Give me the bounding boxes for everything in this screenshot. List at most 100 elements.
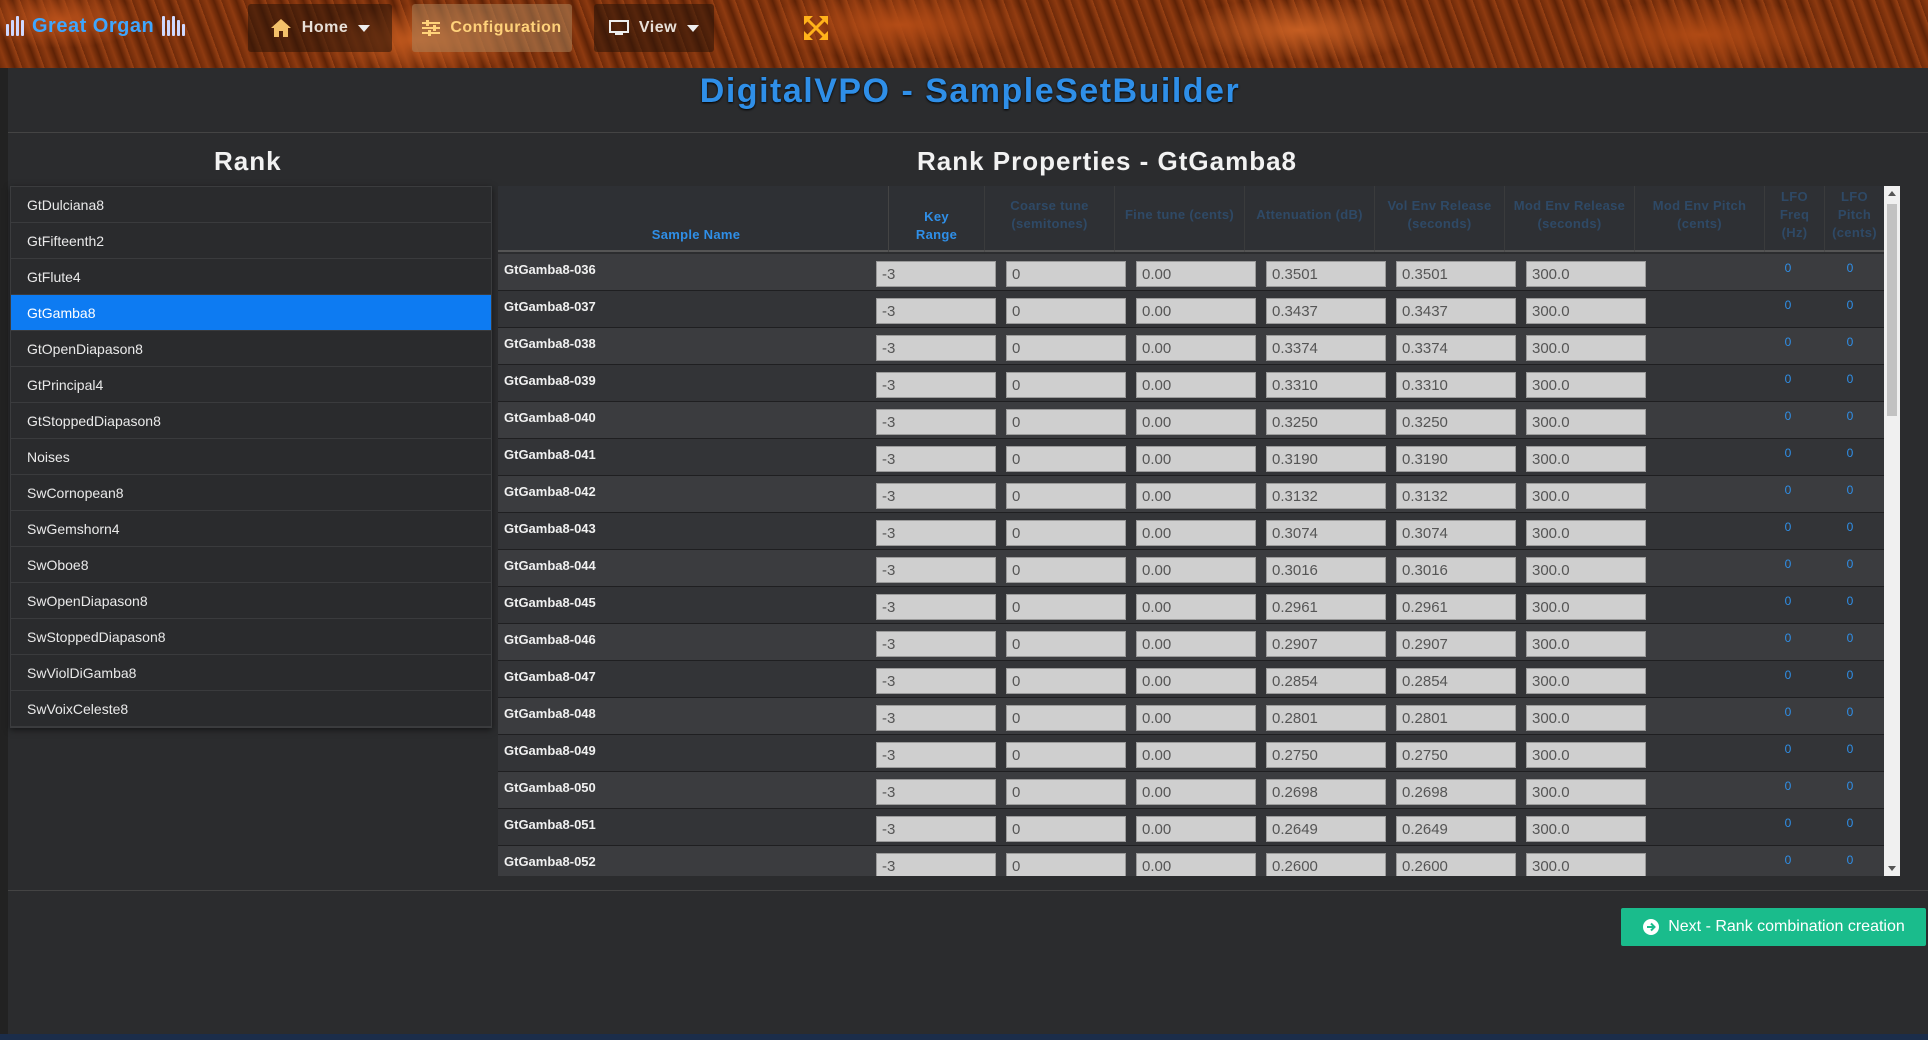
- coarse-tune-input[interactable]: [876, 298, 996, 324]
- rank-item[interactable]: GtDulciana8: [11, 187, 491, 223]
- mod-env-release-input[interactable]: [1396, 668, 1516, 694]
- mod-env-pitch-input[interactable]: [1526, 779, 1646, 805]
- attenuation-input[interactable]: [1136, 816, 1256, 842]
- mod-env-pitch-input[interactable]: [1526, 816, 1646, 842]
- mod-env-release-input[interactable]: [1396, 372, 1516, 398]
- view-menu-button[interactable]: View: [594, 4, 714, 52]
- coarse-tune-input[interactable]: [876, 520, 996, 546]
- coarse-tune-input[interactable]: [876, 446, 996, 472]
- lfo-pitch-link[interactable]: 0: [1830, 742, 1870, 756]
- vol-env-release-input[interactable]: [1266, 779, 1386, 805]
- fine-tune-input[interactable]: [1006, 557, 1126, 583]
- vol-env-release-input[interactable]: [1266, 335, 1386, 361]
- rank-item[interactable]: GtFlute4: [11, 259, 491, 295]
- mod-env-release-input[interactable]: [1396, 409, 1516, 435]
- coarse-tune-input[interactable]: [876, 261, 996, 287]
- attenuation-input[interactable]: [1136, 853, 1256, 876]
- rank-item[interactable]: SwGemshorn4: [11, 511, 491, 547]
- vol-env-release-input[interactable]: [1266, 853, 1386, 876]
- attenuation-input[interactable]: [1136, 483, 1256, 509]
- attenuation-input[interactable]: [1136, 520, 1256, 546]
- lfo-freq-link[interactable]: 0: [1768, 705, 1808, 719]
- rank-item[interactable]: GtFifteenth2: [11, 223, 491, 259]
- vol-env-release-input[interactable]: [1266, 557, 1386, 583]
- mod-env-pitch-input[interactable]: [1526, 483, 1646, 509]
- coarse-tune-input[interactable]: [876, 483, 996, 509]
- fine-tune-input[interactable]: [1006, 779, 1126, 805]
- mod-env-pitch-input[interactable]: [1526, 520, 1646, 546]
- lfo-pitch-link[interactable]: 0: [1830, 779, 1870, 793]
- vol-env-release-input[interactable]: [1266, 298, 1386, 324]
- configuration-menu-button[interactable]: Configuration: [412, 4, 572, 52]
- fine-tune-input[interactable]: [1006, 298, 1126, 324]
- attenuation-input[interactable]: [1136, 779, 1256, 805]
- lfo-pitch-link[interactable]: 0: [1830, 409, 1870, 423]
- lfo-pitch-link[interactable]: 0: [1830, 705, 1870, 719]
- lfo-freq-link[interactable]: 0: [1768, 298, 1808, 312]
- attenuation-input[interactable]: [1136, 631, 1256, 657]
- mod-env-release-input[interactable]: [1396, 742, 1516, 768]
- lfo-pitch-link[interactable]: 0: [1830, 557, 1870, 571]
- mod-env-pitch-input[interactable]: [1526, 446, 1646, 472]
- attenuation-input[interactable]: [1136, 668, 1256, 694]
- mod-env-pitch-input[interactable]: [1526, 705, 1646, 731]
- coarse-tune-input[interactable]: [876, 853, 996, 876]
- fine-tune-input[interactable]: [1006, 742, 1126, 768]
- coarse-tune-input[interactable]: [876, 594, 996, 620]
- lfo-freq-link[interactable]: 0: [1768, 853, 1808, 867]
- fine-tune-input[interactable]: [1006, 816, 1126, 842]
- fine-tune-input[interactable]: [1006, 631, 1126, 657]
- table-scrollbar[interactable]: [1884, 186, 1900, 876]
- coarse-tune-input[interactable]: [876, 779, 996, 805]
- vol-env-release-input[interactable]: [1266, 816, 1386, 842]
- lfo-pitch-link[interactable]: 0: [1830, 261, 1870, 275]
- coarse-tune-input[interactable]: [876, 668, 996, 694]
- fine-tune-input[interactable]: [1006, 853, 1126, 876]
- lfo-pitch-link[interactable]: 0: [1830, 446, 1870, 460]
- mod-env-pitch-input[interactable]: [1526, 335, 1646, 361]
- attenuation-input[interactable]: [1136, 557, 1256, 583]
- attenuation-input[interactable]: [1136, 409, 1256, 435]
- mod-env-release-input[interactable]: [1396, 631, 1516, 657]
- lfo-pitch-link[interactable]: 0: [1830, 298, 1870, 312]
- scroll-down-arrow-icon[interactable]: [1888, 866, 1896, 871]
- scroll-thumb[interactable]: [1887, 204, 1897, 416]
- vol-env-release-input[interactable]: [1266, 372, 1386, 398]
- mod-env-pitch-input[interactable]: [1526, 594, 1646, 620]
- attenuation-input[interactable]: [1136, 335, 1256, 361]
- rank-item[interactable]: GtOpenDiapason8: [11, 331, 491, 367]
- lfo-freq-link[interactable]: 0: [1768, 372, 1808, 386]
- rank-item[interactable]: GtGamba8: [11, 295, 491, 331]
- vol-env-release-input[interactable]: [1266, 483, 1386, 509]
- lfo-freq-link[interactable]: 0: [1768, 261, 1808, 275]
- mod-env-release-input[interactable]: [1396, 520, 1516, 546]
- mod-env-release-input[interactable]: [1396, 853, 1516, 876]
- mod-env-pitch-input[interactable]: [1526, 668, 1646, 694]
- lfo-pitch-link[interactable]: 0: [1830, 335, 1870, 349]
- rank-item[interactable]: SwCornopean8: [11, 475, 491, 511]
- vol-env-release-input[interactable]: [1266, 705, 1386, 731]
- lfo-pitch-link[interactable]: 0: [1830, 483, 1870, 497]
- mod-env-pitch-input[interactable]: [1526, 853, 1646, 876]
- lfo-freq-link[interactable]: 0: [1768, 520, 1808, 534]
- fine-tune-input[interactable]: [1006, 668, 1126, 694]
- fine-tune-input[interactable]: [1006, 372, 1126, 398]
- mod-env-pitch-input[interactable]: [1526, 372, 1646, 398]
- rank-item[interactable]: SwVoixCeleste8: [11, 691, 491, 727]
- mod-env-release-input[interactable]: [1396, 261, 1516, 287]
- next-rank-combination-button[interactable]: Next - Rank combination creation: [1621, 908, 1926, 946]
- lfo-freq-link[interactable]: 0: [1768, 335, 1808, 349]
- rank-item[interactable]: Noises: [11, 439, 491, 475]
- fine-tune-input[interactable]: [1006, 520, 1126, 546]
- attenuation-input[interactable]: [1136, 446, 1256, 472]
- fine-tune-input[interactable]: [1006, 409, 1126, 435]
- attenuation-input[interactable]: [1136, 261, 1256, 287]
- coarse-tune-input[interactable]: [876, 372, 996, 398]
- coarse-tune-input[interactable]: [876, 335, 996, 361]
- fine-tune-input[interactable]: [1006, 705, 1126, 731]
- lfo-freq-link[interactable]: 0: [1768, 409, 1808, 423]
- vol-env-release-input[interactable]: [1266, 668, 1386, 694]
- mod-env-pitch-input[interactable]: [1526, 557, 1646, 583]
- mod-env-release-input[interactable]: [1396, 335, 1516, 361]
- mod-env-pitch-input[interactable]: [1526, 409, 1646, 435]
